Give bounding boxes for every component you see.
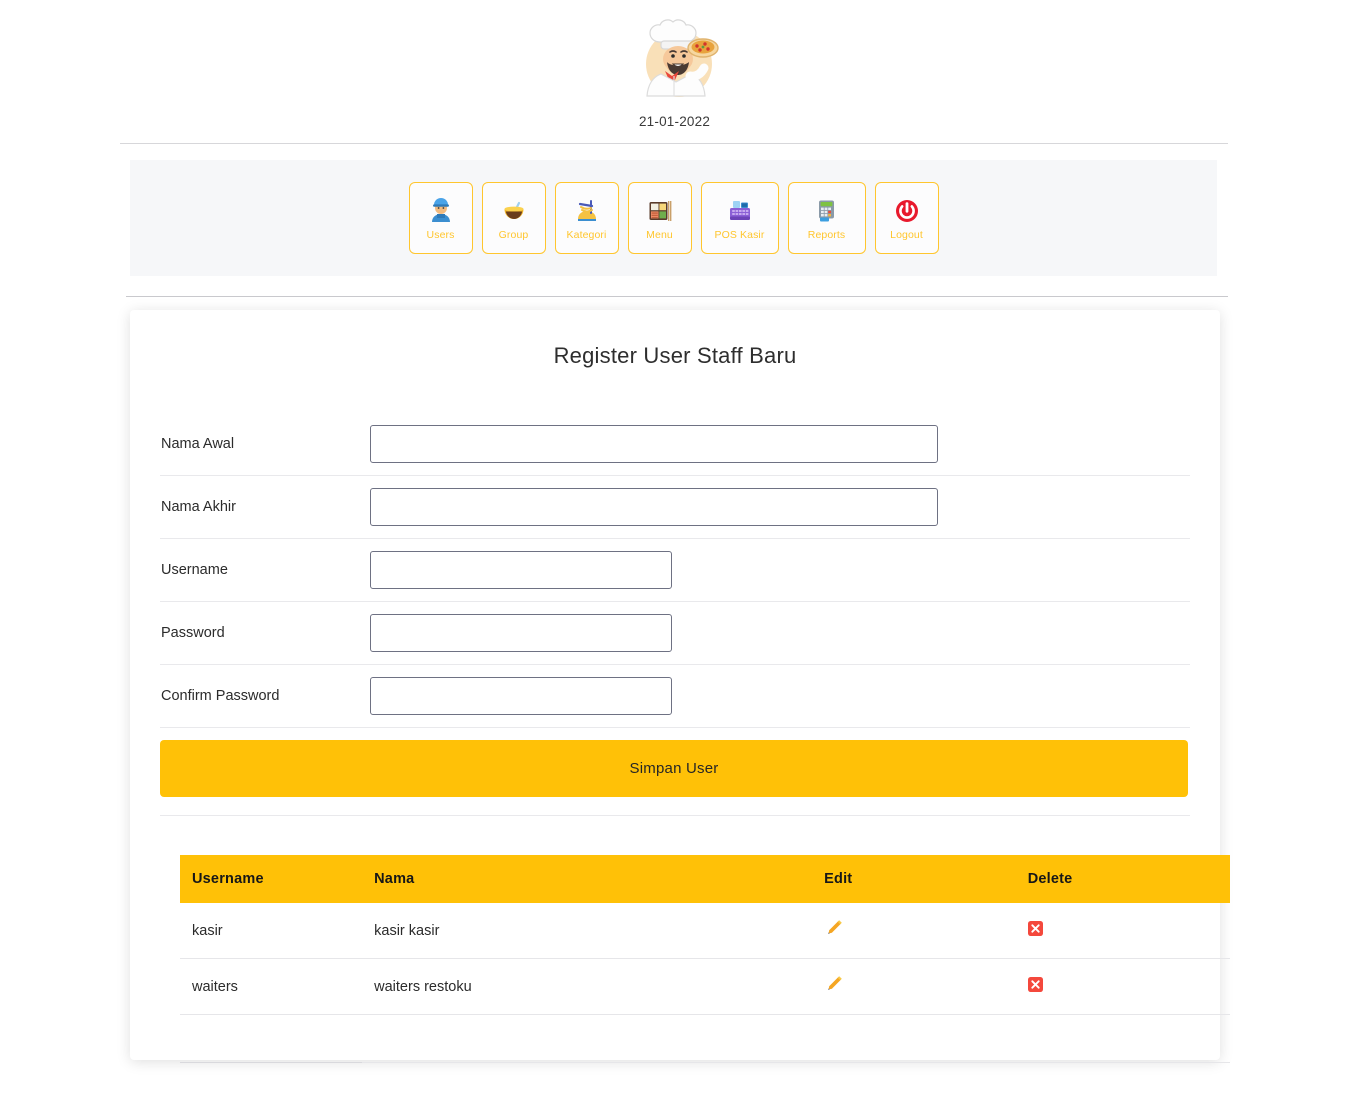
current-date: 21-01-2022 — [638, 114, 711, 129]
edit-row-button[interactable] — [824, 919, 843, 938]
table-header-row: Username Nama Edit Delete — [180, 855, 1230, 903]
header-divider — [120, 143, 1228, 144]
form-row-nama-awal: Nama Awal — [160, 413, 1190, 476]
delete-row-button[interactable] — [1027, 921, 1043, 939]
nav-item-group[interactable]: Group — [481, 182, 546, 254]
pencil-icon — [824, 976, 843, 997]
nama-awal-input[interactable] — [370, 425, 938, 463]
nav-item-label: Reports — [807, 228, 846, 241]
password-label: Password — [161, 625, 225, 641]
cell-edit — [812, 958, 1016, 1015]
page-header: 21-01-2022 — [0, 0, 1349, 129]
table-footer-row — [180, 1014, 1230, 1063]
nav-item-label: Kategori — [566, 228, 607, 241]
nav-item-kategori[interactable]: Kategori — [554, 182, 619, 254]
users-table: Username Nama Edit Delete kasir kasir ka… — [180, 855, 1230, 1063]
column-header-delete: Delete — [1015, 855, 1230, 903]
nama-awal-label: Nama Awal — [161, 436, 235, 452]
nav-item-label: Group — [498, 228, 529, 241]
cell-nama: waiters restoku — [362, 958, 813, 1015]
nav-item-menu[interactable]: Menu — [627, 182, 692, 254]
cell-delete — [1015, 903, 1230, 959]
nav-item-users[interactable]: Users — [408, 182, 473, 254]
column-header-edit: Edit — [812, 855, 1016, 903]
column-header-username: Username — [180, 855, 363, 903]
nav-item-label: Users — [426, 228, 455, 241]
users-table-body: kasir kasir kasir waiters waiters restok… — [180, 903, 1230, 1063]
cross-mark-icon — [1027, 921, 1043, 939]
delete-row-button[interactable] — [1027, 977, 1043, 995]
submit-row: Simpan User — [160, 728, 1190, 816]
cross-mark-icon — [1027, 977, 1043, 995]
password-input[interactable] — [370, 614, 672, 652]
pencil-icon — [824, 920, 843, 941]
nav-item-pos-kasir[interactable]: POS Kasir — [700, 182, 779, 254]
nav-divider — [126, 296, 1228, 297]
username-input[interactable] — [370, 551, 672, 589]
cell-delete — [1015, 958, 1230, 1015]
form-row-nama-akhir: Nama Akhir — [160, 476, 1190, 539]
users-table-head: Username Nama Edit Delete — [180, 855, 1230, 903]
nav-item-logout[interactable]: Logout — [874, 182, 939, 254]
form-row-password: Password — [160, 602, 1190, 665]
cash-register-icon — [727, 196, 753, 226]
form-row-username: Username — [160, 539, 1190, 602]
cell-edit — [812, 903, 1016, 959]
table-row: waiters waiters restoku — [180, 958, 1230, 1015]
main-navigation: Users Group Kategori Menu POS Kasir Repo… — [130, 160, 1217, 276]
cell-nama: kasir kasir — [362, 903, 813, 959]
construction-worker-icon — [428, 196, 454, 226]
form-row-confirm-password: Confirm Password — [160, 665, 1190, 728]
column-header-nama: Nama — [362, 855, 813, 903]
rice-bowl-icon — [501, 196, 527, 226]
register-user-card: Register User Staff Baru Nama Awal Nama … — [130, 310, 1230, 1063]
bento-box-icon — [647, 196, 673, 226]
edit-row-button[interactable] — [824, 975, 843, 994]
table-row: kasir kasir kasir — [180, 903, 1230, 959]
nav-item-label: Logout — [890, 228, 923, 241]
nama-akhir-input[interactable] — [370, 488, 938, 526]
page-title: Register User Staff Baru — [553, 343, 797, 368]
register-user-form: Nama Awal Nama Akhir Username Password C… — [160, 413, 1190, 816]
simpan-user-button[interactable]: Simpan User — [160, 740, 1188, 797]
pizza-chef-logo — [627, 14, 723, 110]
cell-username: kasir — [180, 903, 363, 959]
cell-username: waiters — [180, 958, 363, 1015]
pos-terminal-icon — [814, 196, 840, 226]
nama-akhir-label: Nama Akhir — [161, 499, 236, 515]
spaghetti-icon — [574, 196, 600, 226]
nav-item-label: Menu — [646, 228, 673, 241]
users-table-wrapper: Username Nama Edit Delete kasir kasir ka… — [160, 855, 1230, 1063]
username-label: Username — [161, 562, 228, 578]
nav-item-label: POS Kasir — [714, 228, 765, 241]
confirm-password-input[interactable] — [370, 677, 672, 715]
nav-item-reports[interactable]: Reports — [787, 182, 866, 254]
power-off-icon — [894, 196, 920, 226]
table-footer-rule — [180, 1014, 363, 1063]
confirm-password-label: Confirm Password — [161, 688, 280, 704]
